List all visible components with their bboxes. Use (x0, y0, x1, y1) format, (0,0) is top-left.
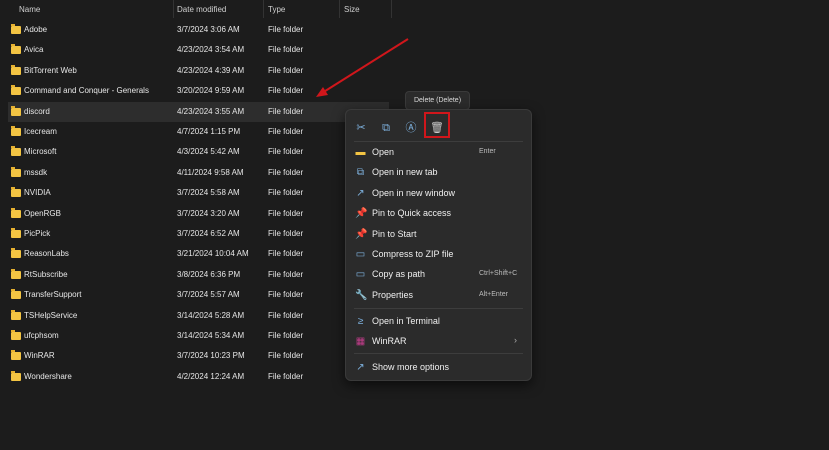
menu-item-show-more-options[interactable]: ↗ Show more options (346, 358, 531, 378)
pin-icon: 📌 (355, 228, 368, 240)
copy-icon[interactable]: ⧉ (375, 118, 397, 138)
menu-item-shortcut: Alt+Enter (479, 290, 508, 298)
menu-item-label: Copy as path (372, 269, 426, 280)
menu-item-label: Pin to Start (372, 228, 417, 239)
folder-icon: ▬ (355, 147, 366, 158)
more-options-icon: ↗ (356, 362, 365, 373)
new-tab-icon: ⧉ (356, 167, 365, 179)
menu-item-pin-to-quick-access[interactable]: 📌 Pin to Quick access (346, 204, 531, 224)
pin-icon: 📌 (355, 208, 368, 220)
menu-item-properties[interactable]: 🔧 Properties Alt+Enter (346, 286, 531, 306)
menu-item-label: Pin to Quick access (372, 208, 452, 219)
menu-item-label: Open (372, 147, 395, 157)
delete-highlight-box (424, 112, 450, 138)
menu-item-label: Open in new tab (372, 167, 438, 178)
menu-divider (354, 141, 523, 142)
delete-tooltip: Delete (Delete) (405, 91, 470, 110)
menu-item-label: Compress to ZIP file (372, 249, 454, 259)
menu-item-copy-as-path[interactable]: ▭ Copy as path Ctrl+Shift+C (346, 265, 531, 285)
menu-item-open-in-new-tab[interactable]: ⧉ Open in new tab (346, 163, 531, 183)
menu-item-open-in-terminal[interactable]: ≥ Open in Terminal (346, 312, 531, 332)
zip-icon: ▭ (355, 249, 366, 260)
chevron-right-icon: › (514, 335, 517, 346)
menu-item-open-in-new-window[interactable]: ↗ Open in new window (346, 184, 531, 204)
menu-item-pin-to-start[interactable]: 📌 Pin to Start (346, 225, 531, 245)
menu-item-label: Open in Terminal (372, 316, 440, 326)
menu-divider (354, 308, 523, 309)
context-menu: ✂ ⧉ Ⓐ 🗑 ▬ Open Enter ⧉ Open in new tab ↗… (345, 109, 532, 381)
menu-item-shortcut: Enter (479, 148, 496, 155)
menu-item-shortcut: Ctrl+Shift+C (479, 270, 518, 278)
menu-divider (354, 353, 523, 354)
menu-item-compress-to-zip-file[interactable]: ▭ Compress to ZIP file (346, 245, 531, 265)
menu-item-open[interactable]: ▬ Open Enter (346, 143, 531, 163)
wrench-icon: 🔧 (355, 289, 368, 301)
winrar-icon: ▦ (355, 336, 366, 348)
path-icon: ▭ (355, 269, 366, 281)
menu-item-label: Properties (372, 289, 414, 300)
menu-item-label: Show more options (372, 362, 450, 372)
menu-item-label: Open in new window (372, 187, 456, 198)
cut-icon[interactable]: ✂ (350, 118, 372, 138)
rename-icon[interactable]: Ⓐ (400, 118, 422, 138)
menu-item-label: WinRAR (372, 336, 407, 347)
new-window-icon: ↗ (356, 187, 365, 199)
terminal-icon: ≥ (357, 316, 364, 327)
menu-item-winrar[interactable]: ▦ WinRAR › (346, 332, 531, 352)
